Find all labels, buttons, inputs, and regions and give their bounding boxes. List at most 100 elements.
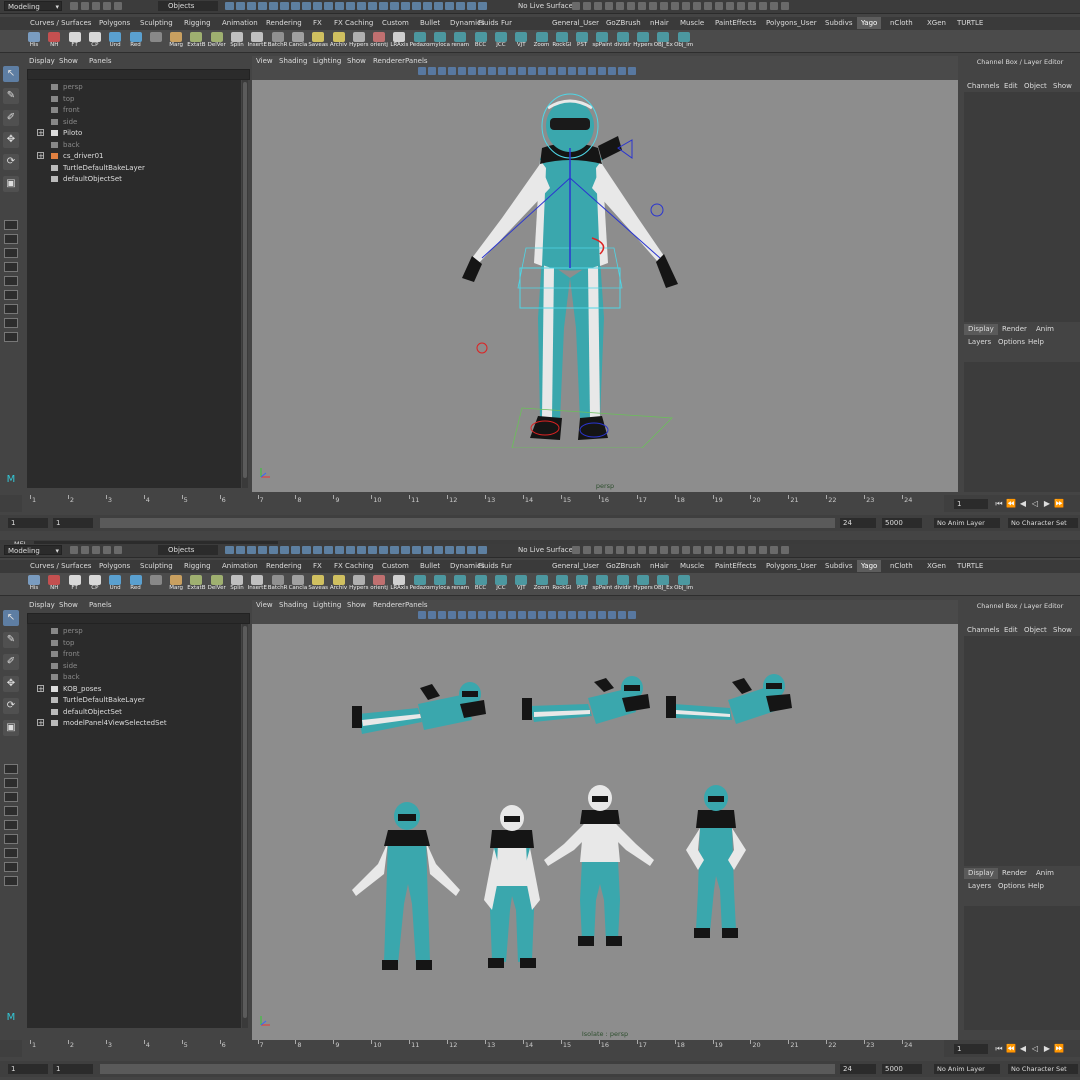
shelf-tab-ncloth[interactable]: nCloth [886, 17, 917, 29]
shelf-button[interactable]: ExtatB [186, 31, 206, 51]
render-tool-icon[interactable] [660, 2, 668, 10]
shelf-tab-fx-caching[interactable]: FX Caching [330, 560, 377, 572]
rigged-driver-figure[interactable] [442, 88, 702, 448]
shelf-tab-polygons-user[interactable]: Polygons_User [762, 560, 821, 572]
new-scene-icon[interactable] [70, 2, 78, 10]
shelf-tab-curves-surfaces[interactable]: Curves / Surfaces [26, 560, 95, 572]
render-tool-icon[interactable] [759, 546, 767, 554]
layout-preset-icon[interactable] [4, 806, 18, 816]
outliner-search-input[interactable] [27, 613, 250, 624]
shelf-button[interactable]: renam [450, 574, 470, 594]
layer-tab-render[interactable]: Render [998, 868, 1031, 879]
layer-menu-options[interactable]: Options [998, 882, 1025, 890]
shelf-tab-fx-caching[interactable]: FX Caching [330, 17, 377, 29]
snap-toggle-icon[interactable] [379, 546, 388, 554]
viewport-tool-icon[interactable] [448, 611, 456, 619]
shelf-tab-fx[interactable]: FX [309, 17, 326, 29]
character-set-dropdown[interactable]: No Character Set [1008, 1064, 1078, 1074]
shelf-button[interactable]: VJT [511, 574, 531, 594]
snap-toggle-icon[interactable] [478, 546, 487, 554]
layer-menu-layers[interactable]: Layers [968, 882, 991, 890]
viewport-tool-icon[interactable] [588, 611, 596, 619]
shelf-button[interactable]: Archiv [329, 574, 349, 594]
go-to-start-icon[interactable]: ⏮ [994, 499, 1004, 509]
expand-toggle-icon[interactable]: + [37, 684, 44, 692]
shelf-button[interactable]: BatchR [268, 574, 288, 594]
shelf-button[interactable]: BatchR [268, 31, 288, 51]
layout-preset-icon[interactable] [4, 248, 18, 258]
snap-toggle-icon[interactable] [302, 2, 311, 10]
layer-menu-options[interactable]: Options [998, 338, 1025, 346]
lasso-tool-icon[interactable]: ✎ [3, 88, 19, 104]
viewport-menu-panels[interactable]: Panels [405, 601, 428, 609]
shelf-tab-polygons[interactable]: Polygons [95, 17, 134, 29]
step-forward-icon[interactable]: ⏩ [1054, 499, 1064, 509]
render-tool-icon[interactable] [693, 546, 701, 554]
snap-toggle-icon[interactable] [434, 2, 443, 10]
snap-toggle-icon[interactable] [368, 546, 377, 554]
shelf-tab-rigging[interactable]: Rigging [180, 17, 215, 29]
layer-menu-help[interactable]: Help [1028, 882, 1044, 890]
render-tool-icon[interactable] [616, 2, 624, 10]
shelf-button[interactable]: DelVer [207, 31, 227, 51]
shelf-button[interactable]: NH [44, 31, 64, 51]
viewport-canvas[interactable]: persp [252, 80, 958, 492]
snap-toggle-icon[interactable] [236, 2, 245, 10]
snap-toggle-icon[interactable] [269, 2, 278, 10]
snap-toggle-icon[interactable] [401, 546, 410, 554]
play-backward-icon[interactable]: ◁ [1030, 1044, 1040, 1054]
play-backward-icon[interactable]: ◁ [1030, 499, 1040, 509]
shelf-tab-polygons-user[interactable]: Polygons_User [762, 17, 821, 29]
anim-layer-dropdown[interactable]: No Anim Layer [934, 518, 1000, 528]
viewport-canvas[interactable]: Isolate : persp [252, 624, 958, 1040]
viewport-menu-show[interactable]: Show [347, 601, 366, 609]
viewport-tool-icon[interactable] [548, 67, 556, 75]
viewport-tool-icon[interactable] [468, 611, 476, 619]
layout-preset-icon[interactable] [4, 764, 18, 774]
viewport-tool-icon[interactable] [498, 611, 506, 619]
viewport-tool-icon[interactable] [618, 611, 626, 619]
shelf-tab-fx[interactable]: FX [309, 560, 326, 572]
shelf-tab-subdivs[interactable]: Subdivs [821, 17, 857, 29]
render-tool-icon[interactable] [715, 546, 723, 554]
render-tool-icon[interactable] [594, 2, 602, 10]
layout-preset-icon[interactable] [4, 262, 18, 272]
snap-toggle-icon[interactable] [357, 546, 366, 554]
range-start-field[interactable]: 1 [8, 1064, 48, 1074]
snap-toggle-icon[interactable] [247, 546, 256, 554]
go-to-start-icon[interactable]: ⏮ [994, 1044, 1004, 1054]
viewport-menu-shading[interactable]: Shading [279, 601, 307, 609]
layer-tab-display[interactable]: Display [964, 324, 998, 335]
range-end-field[interactable]: 5000 [882, 1064, 922, 1074]
snap-toggle-icon[interactable] [258, 2, 267, 10]
shelf-tab-rigging[interactable]: Rigging [180, 560, 215, 572]
shelf-button[interactable]: dividir [613, 574, 633, 594]
render-tool-icon[interactable] [737, 546, 745, 554]
outliner-scrollbar[interactable] [242, 80, 248, 488]
lasso-tool-icon[interactable]: ✎ [3, 632, 19, 648]
viewport-tool-icon[interactable] [498, 67, 506, 75]
snap-toggle-icon[interactable] [346, 2, 355, 10]
viewport-tool-icon[interactable] [578, 67, 586, 75]
viewport-tool-icon[interactable] [568, 611, 576, 619]
render-tool-icon[interactable] [770, 546, 778, 554]
render-tool-icon[interactable] [583, 2, 591, 10]
layout-preset-icon[interactable] [4, 332, 18, 342]
shelf-tab-nhair[interactable]: nHair [646, 17, 673, 29]
viewport-tool-icon[interactable] [488, 611, 496, 619]
render-tool-icon[interactable] [594, 546, 602, 554]
snap-toggle-icon[interactable] [324, 546, 333, 554]
viewport-tool-icon[interactable] [508, 67, 516, 75]
outliner-scrollbar[interactable] [242, 624, 248, 1028]
render-tool-icon[interactable] [781, 546, 789, 554]
rotate-tool-icon[interactable]: ⟳ [3, 154, 19, 170]
shelf-button[interactable]: Saveas [308, 574, 328, 594]
viewport-tool-icon[interactable] [538, 67, 546, 75]
snap-toggle-icon[interactable] [335, 2, 344, 10]
snap-toggle-icon[interactable] [423, 2, 432, 10]
new-scene-icon[interactable] [70, 546, 78, 554]
snap-toggle-icon[interactable] [269, 546, 278, 554]
shelf-button[interactable]: Red [126, 31, 146, 51]
shelf-tab-yago[interactable]: Yago [857, 560, 882, 572]
snap-toggle-icon[interactable] [445, 546, 454, 554]
